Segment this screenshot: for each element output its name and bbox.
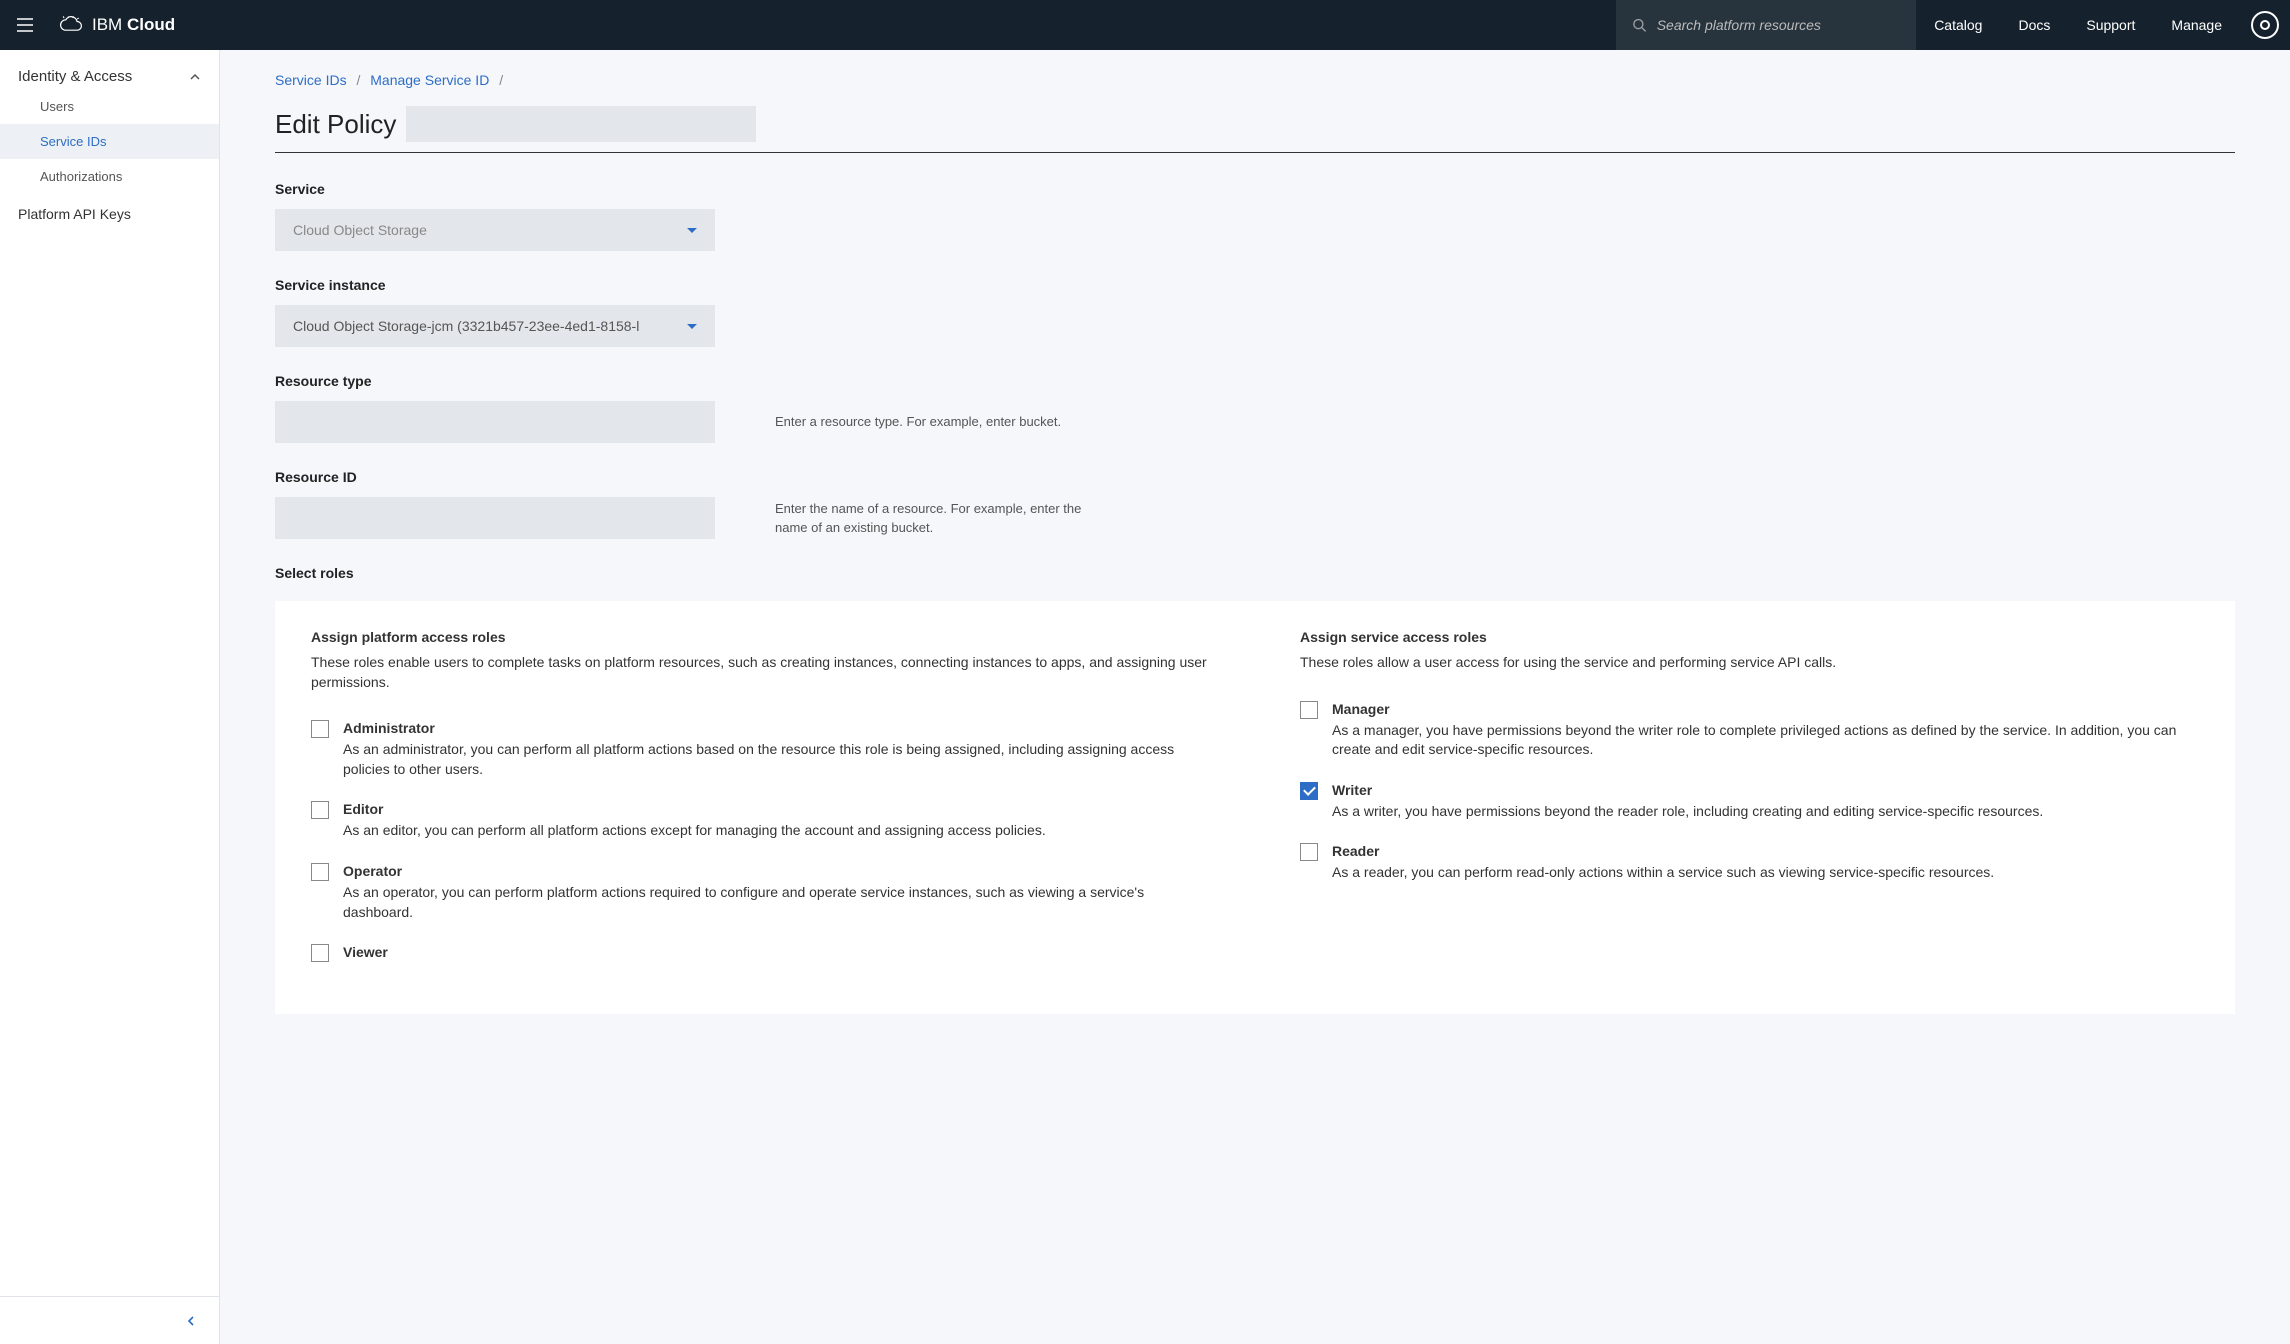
service-value: Cloud Object Storage xyxy=(293,222,427,238)
menu-button[interactable] xyxy=(0,0,50,50)
platform-roles-title: Assign platform access roles xyxy=(311,629,1210,645)
service-roles-desc: These roles allow a user access for usin… xyxy=(1300,653,2199,673)
role-manager: Manager As a manager, you have permissio… xyxy=(1300,701,2199,760)
checkbox-editor[interactable] xyxy=(311,801,329,819)
service-instance-select[interactable]: Cloud Object Storage-jcm (3321b457-23ee-… xyxy=(275,305,715,347)
checkbox-writer[interactable] xyxy=(1300,782,1318,800)
role-administrator: Administrator As an administrator, you c… xyxy=(311,720,1210,779)
role-name: Writer xyxy=(1332,782,2199,798)
role-desc: As an editor, you can perform all platfo… xyxy=(343,821,1210,841)
role-editor: Editor As an editor, you can perform all… xyxy=(311,801,1210,841)
field-service: Service Cloud Object Storage xyxy=(275,181,2235,251)
role-name: Reader xyxy=(1332,843,2199,859)
search-input[interactable] xyxy=(1657,17,1900,33)
chevron-up-icon xyxy=(189,71,201,83)
page-title-row: Edit Policy xyxy=(275,106,2235,153)
top-header: IBM Cloud Catalog Docs Support Manage xyxy=(0,0,2290,50)
role-name: Viewer xyxy=(343,944,1210,960)
role-reader: Reader As a reader, you can perform read… xyxy=(1300,843,2199,883)
checkbox-viewer[interactable] xyxy=(311,944,329,962)
avatar-button[interactable] xyxy=(2240,11,2290,39)
breadcrumb-manage-service-id[interactable]: Manage Service ID xyxy=(370,72,489,88)
nav-support[interactable]: Support xyxy=(2068,0,2153,50)
service-roles-column: Assign service access roles These roles … xyxy=(1300,629,2199,986)
resource-id-input[interactable] xyxy=(275,497,715,539)
chevron-left-icon xyxy=(185,1315,197,1327)
main-content: Service IDs / Manage Service ID / Edit P… xyxy=(220,50,2290,1344)
search-icon xyxy=(1632,17,1647,33)
avatar-icon xyxy=(2251,11,2279,39)
cloud-icon xyxy=(58,12,84,38)
service-instance-value: Cloud Object Storage-jcm (3321b457-23ee-… xyxy=(293,318,639,334)
service-roles-title: Assign service access roles xyxy=(1300,629,2199,645)
role-name: Manager xyxy=(1332,701,2199,717)
brand-text: IBM Cloud xyxy=(92,15,175,35)
role-viewer: Viewer xyxy=(311,944,1210,964)
breadcrumb-service-ids[interactable]: Service IDs xyxy=(275,72,347,88)
platform-roles-column: Assign platform access roles These roles… xyxy=(311,629,1210,986)
resource-type-hint: Enter a resource type. For example, ente… xyxy=(775,412,1061,432)
service-select[interactable]: Cloud Object Storage xyxy=(275,209,715,251)
roles-panel: Assign platform access roles These roles… xyxy=(275,601,2235,1014)
sidebar-section-label: Identity & Access xyxy=(18,68,132,85)
checkbox-operator[interactable] xyxy=(311,863,329,881)
resource-type-label: Resource type xyxy=(275,373,2235,389)
nav-docs[interactable]: Docs xyxy=(2000,0,2068,50)
page-title: Edit Policy xyxy=(275,109,396,140)
nav-manage[interactable]: Manage xyxy=(2153,0,2240,50)
checkbox-administrator[interactable] xyxy=(311,720,329,738)
role-desc: As an operator, you can perform platform… xyxy=(343,883,1210,922)
sidebar-item-users[interactable]: Users xyxy=(0,89,219,124)
service-label: Service xyxy=(275,181,2235,197)
breadcrumb-separator: / xyxy=(499,72,503,88)
field-resource-type: Resource type Enter a resource type. For… xyxy=(275,373,2235,443)
role-desc: As a writer, you have permissions beyond… xyxy=(1332,802,2199,822)
sidebar-item-authorizations[interactable]: Authorizations xyxy=(0,159,219,194)
policy-name-placeholder xyxy=(406,106,756,142)
role-desc: As a manager, you have permissions beyon… xyxy=(1332,721,2199,760)
role-name: Administrator xyxy=(343,720,1210,736)
breadcrumb-separator: / xyxy=(356,72,360,88)
field-service-instance: Service instance Cloud Object Storage-jc… xyxy=(275,277,2235,347)
brand-logo[interactable]: IBM Cloud xyxy=(58,12,175,38)
field-resource-id: Resource ID Enter the name of a resource… xyxy=(275,469,2235,539)
platform-roles-desc: These roles enable users to complete tas… xyxy=(311,653,1210,692)
role-name: Operator xyxy=(343,863,1210,879)
resource-id-label: Resource ID xyxy=(275,469,2235,485)
nav-catalog[interactable]: Catalog xyxy=(1916,0,2000,50)
select-roles-label: Select roles xyxy=(275,565,2235,581)
sidebar: Identity & Access Users Service IDs Auth… xyxy=(0,50,220,1344)
checkbox-reader[interactable] xyxy=(1300,843,1318,861)
role-writer: Writer As a writer, you have permissions… xyxy=(1300,782,2199,822)
sidebar-collapse-button[interactable] xyxy=(0,1296,219,1344)
hamburger-icon xyxy=(15,15,35,35)
sidebar-item-service-ids[interactable]: Service IDs xyxy=(0,124,219,159)
role-name: Editor xyxy=(343,801,1210,817)
role-desc: As a reader, you can perform read-only a… xyxy=(1332,863,2199,883)
search-box[interactable] xyxy=(1616,0,1916,50)
sidebar-section-identity[interactable]: Identity & Access xyxy=(0,50,219,89)
role-operator: Operator As an operator, you can perform… xyxy=(311,863,1210,922)
sidebar-item-platform-api-keys[interactable]: Platform API Keys xyxy=(0,194,219,234)
service-instance-label: Service instance xyxy=(275,277,2235,293)
chevron-down-icon xyxy=(687,228,697,233)
resource-type-input[interactable] xyxy=(275,401,715,443)
breadcrumb: Service IDs / Manage Service ID / xyxy=(275,72,2235,88)
header-nav: Catalog Docs Support Manage xyxy=(1916,0,2240,50)
checkbox-manager[interactable] xyxy=(1300,701,1318,719)
role-desc: As an administrator, you can perform all… xyxy=(343,740,1210,779)
chevron-down-icon xyxy=(687,324,697,329)
resource-id-hint: Enter the name of a resource. For exampl… xyxy=(775,499,1085,538)
